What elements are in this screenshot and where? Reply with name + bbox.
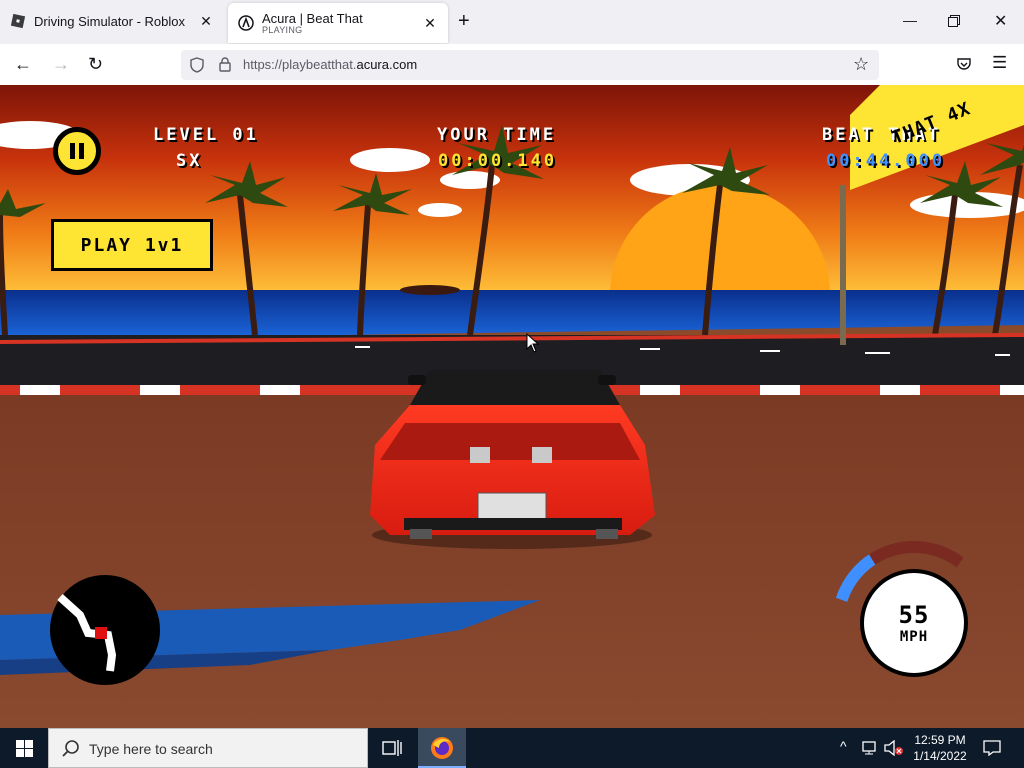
game-viewport[interactable]: LEVEL 01 SX YOUR TIME 00:00.140 BEAT THA…: [0, 85, 1024, 728]
new-tab-button[interactable]: +: [458, 10, 470, 33]
show-hidden-icons-chevron-icon[interactable]: ^: [840, 738, 847, 754]
tail-light: [532, 447, 552, 463]
taskbar: Type here to search ^ 12:59 PM 1/14/2022: [0, 728, 1024, 768]
network-icon[interactable]: [862, 740, 880, 756]
speed-gauge-segment: [889, 543, 899, 557]
volume-muted-icon[interactable]: [884, 740, 904, 756]
your-time-value: 00:00.140: [438, 151, 558, 171]
tab-driving-simulator[interactable]: Driving Simulator - Roblox ✕: [0, 0, 224, 42]
speed-gauge-segment: [894, 542, 903, 556]
forward-icon[interactable]: →: [52, 54, 70, 75]
search-icon: [62, 740, 79, 757]
tracking-protection-shield-icon[interactable]: [190, 57, 204, 73]
pause-icon: [70, 143, 84, 159]
task-view-icon[interactable]: [382, 739, 402, 757]
beat-that-value: 00:44.000: [826, 151, 946, 171]
close-tab-icon[interactable]: ✕: [198, 13, 214, 30]
tab-title: Acura | Beat That: [262, 11, 363, 26]
banner-pole: [840, 185, 846, 345]
track-map-icon: [57, 594, 117, 672]
speed-gauge-segment: [925, 542, 934, 556]
level-label: LEVEL 01: [153, 125, 259, 145]
track-minimap: [50, 575, 160, 685]
address-bar[interactable]: https://playbeatthat.acura.com ☆: [181, 50, 879, 80]
speed-value: 55: [898, 601, 930, 629]
reload-icon[interactable]: ↻: [88, 54, 103, 75]
close-tab-icon[interactable]: ✕: [422, 15, 438, 32]
clock-time: 12:59 PM: [914, 733, 966, 747]
play-1v1-label: PLAY 1v1: [80, 234, 184, 256]
mouse-cursor-icon: [526, 333, 540, 353]
your-time-label: YOUR TIME: [437, 125, 557, 145]
tab-strip: Driving Simulator - Roblox ✕ Acura | Bea…: [0, 0, 1024, 44]
play-1v1-button[interactable]: PLAY 1v1: [51, 219, 213, 271]
speed-unit: MPH: [899, 629, 929, 645]
taskbar-search-box[interactable]: Type here to search: [48, 728, 368, 768]
pause-button[interactable]: [53, 127, 101, 175]
firefox-taskbar-button[interactable]: [418, 728, 466, 768]
tab-title: Driving Simulator - Roblox: [34, 13, 185, 29]
speed-gauge-segment: [920, 541, 929, 555]
roblox-icon: [10, 13, 26, 29]
acura-logo-icon: [238, 15, 254, 31]
search-placeholder: Type here to search: [89, 741, 213, 757]
speed-gauge-segment: [899, 541, 908, 555]
speed-gauge-segment: [905, 540, 913, 554]
bookmark-star-icon[interactable]: ☆: [853, 54, 869, 75]
player-marker: [95, 627, 107, 639]
restore-icon[interactable]: [948, 15, 960, 27]
tab-acura-beat-that[interactable]: Acura | Beat That PLAYING ✕: [228, 3, 448, 43]
url-text: https://playbeatthat.acura.com: [243, 57, 418, 72]
close-window-icon[interactable]: ✕: [994, 11, 1007, 31]
minimize-icon[interactable]: —: [903, 12, 917, 28]
pocket-icon[interactable]: [957, 57, 971, 71]
speed-gauge-segment: [915, 540, 923, 554]
car-model-label: SX: [176, 151, 203, 171]
app-menu-icon[interactable]: ☰: [992, 53, 1007, 73]
tail-light: [470, 447, 490, 463]
tab-playing-indicator: PLAYING: [262, 25, 303, 35]
speedometer: 55 MPH: [860, 569, 968, 677]
navigation-bar: ← → ↻ https://playbeatthat.acura.com ☆ ☰: [0, 44, 1024, 86]
system-clock[interactable]: 12:59 PM 1/14/2022: [912, 732, 968, 764]
back-icon[interactable]: ←: [14, 54, 32, 75]
clock-date: 1/14/2022: [913, 749, 967, 763]
notifications-icon[interactable]: [983, 740, 1001, 756]
windows-start-icon[interactable]: [16, 740, 33, 757]
lock-icon[interactable]: [219, 57, 231, 72]
firefox-icon: [431, 737, 453, 759]
